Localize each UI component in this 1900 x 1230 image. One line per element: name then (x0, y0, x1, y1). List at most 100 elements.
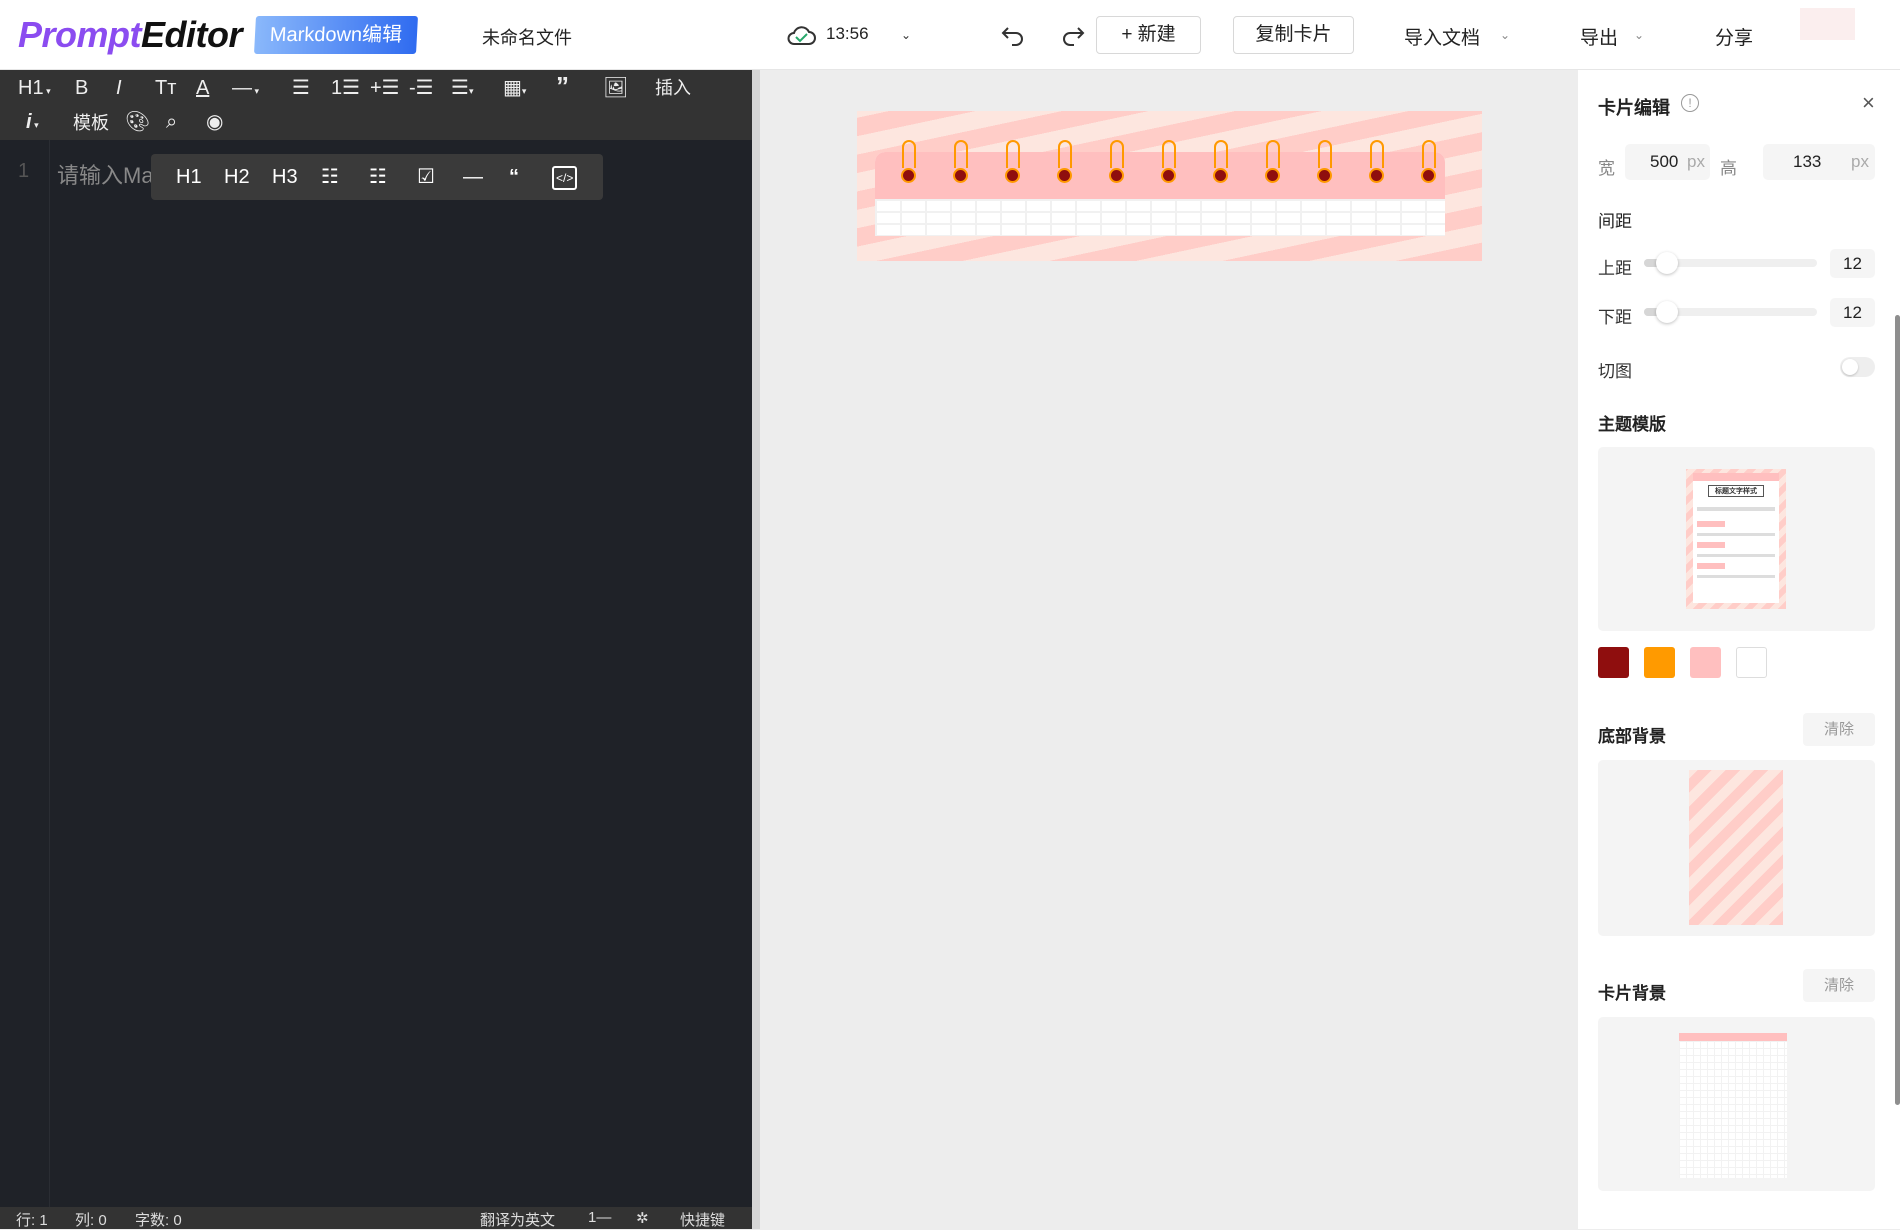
close-icon[interactable]: × (1862, 90, 1875, 116)
ring-hole (1421, 168, 1436, 183)
outdent-icon[interactable]: -☰ (409, 76, 434, 100)
copy-card-button[interactable]: 复制卡片 (1233, 16, 1354, 54)
editor-toolbar: H1 ▾ B I Tт A — ▾ ☰ 1☰ +☰ -☰ ☰▾ ▦▾ ” 🖼 插… (0, 70, 752, 140)
markdown-editor[interactable] (0, 70, 752, 1229)
clear-bottom-bg-button[interactable]: 清除 (1803, 713, 1875, 746)
redo-icon[interactable] (1058, 22, 1086, 53)
ring-hole (953, 168, 968, 183)
crop-toggle[interactable] (1840, 357, 1875, 377)
quote-icon[interactable]: ” (556, 73, 569, 99)
word-count: 字数: 0 (135, 1212, 182, 1229)
color-swatch[interactable] (1690, 647, 1721, 678)
theme-preview-title: 标题文字样式 (1708, 485, 1764, 497)
line-gutter (0, 140, 50, 1207)
line-mode-button[interactable]: 1— (588, 1209, 611, 1226)
height-label: 高 (1720, 159, 1737, 178)
width-label: 宽 (1598, 159, 1615, 178)
quote-icon[interactable]: “ (509, 164, 519, 190)
preview-eye-icon[interactable]: ◉ (206, 110, 223, 134)
chevron-down-icon[interactable]: ⌄ (1634, 28, 1644, 42)
h3-button[interactable]: H3 (272, 164, 298, 190)
logo-editor: Editor (141, 14, 243, 55)
cloud-saved-icon (786, 22, 816, 53)
color-swatch[interactable] (1736, 647, 1767, 678)
ring-hole (1265, 168, 1280, 183)
top-spacing-input[interactable]: 12 (1830, 249, 1875, 278)
ring-hole (1161, 168, 1176, 183)
crop-label: 切图 (1598, 362, 1632, 381)
info-icon[interactable]: i ▾ (26, 110, 39, 137)
editor-placeholder[interactable]: 请输入Ma (57, 158, 154, 190)
bullet-list-icon[interactable]: ☷ (369, 164, 387, 190)
bottom-bg-title: 底部背景 (1598, 727, 1666, 746)
theme-thumbnail: 标题文字样式 (1686, 469, 1786, 609)
ring-hole (1213, 168, 1228, 183)
user-avatar[interactable] (1800, 8, 1855, 40)
color-swatch[interactable] (1598, 647, 1629, 678)
chevron-down-icon[interactable]: ⌄ (1500, 28, 1510, 42)
card-bg-preview[interactable] (1598, 1017, 1875, 1191)
heading-button[interactable]: H1 ▾ (18, 76, 51, 103)
template-button[interactable]: 模板 (73, 111, 109, 135)
spiral-ring (1266, 140, 1280, 168)
export-menu[interactable]: 导出 (1580, 23, 1618, 50)
ring-hole (901, 168, 916, 183)
translate-button[interactable]: 翻译为英文 (480, 1209, 555, 1230)
horizontal-rule-icon[interactable]: — ▾ (232, 76, 259, 103)
checklist-icon[interactable]: ☑ (417, 164, 435, 190)
shortcuts-button[interactable]: 快捷键 (680, 1209, 725, 1230)
undo-icon[interactable] (1000, 22, 1028, 53)
theme-title: 主题模版 (1598, 415, 1666, 434)
height-input[interactable]: 133 px (1763, 144, 1875, 180)
image-icon[interactable]: 🖼 (603, 76, 628, 100)
bold-icon[interactable]: B (75, 76, 88, 100)
spiral-ring (1370, 140, 1384, 168)
indent-list-icon[interactable]: ☰ (292, 76, 310, 100)
palette-icon[interactable]: 🎨︎ (125, 110, 150, 134)
font-color-icon[interactable]: A (196, 76, 209, 100)
ring-hole (1109, 168, 1124, 183)
line-number: 1 (18, 160, 30, 182)
table-icon[interactable]: ▦▾ (503, 76, 526, 103)
import-doc-menu[interactable]: 导入文档 (1404, 23, 1480, 50)
code-block-icon[interactable]: </> (552, 166, 578, 190)
mode-badge[interactable]: Markdown编辑 (254, 16, 418, 54)
h2-button[interactable]: H2 (224, 164, 250, 190)
clear-card-bg-button[interactable]: 清除 (1803, 969, 1875, 1002)
insert-button[interactable]: 插入 (655, 76, 691, 100)
spiral-ring (1110, 140, 1124, 168)
search-icon[interactable]: ⌕ (166, 110, 177, 134)
settings-icon[interactable]: ✲ (636, 1209, 649, 1227)
align-icon[interactable]: ☰▾ (451, 76, 473, 103)
color-swatch[interactable] (1644, 647, 1675, 678)
h1-button[interactable]: H1 (176, 164, 202, 190)
panel-title: 卡片编辑 (1598, 98, 1670, 118)
card-preview[interactable] (857, 111, 1482, 261)
top-spacing-slider[interactable] (1644, 252, 1817, 274)
ordered-list-icon[interactable]: ☷ (321, 164, 339, 190)
floating-format-toolbar: H1 H2 H3 ☷ ☷ ☑ — “ </> (151, 154, 603, 200)
app-logo: PromptEditor (18, 14, 243, 56)
chevron-down-icon[interactable]: ⌄ (901, 28, 911, 42)
save-time: 13:56 (826, 24, 869, 43)
theme-template-preview[interactable]: 标题文字样式 (1598, 447, 1875, 631)
bottom-spacing-input[interactable]: 12 (1830, 298, 1875, 327)
filename[interactable]: 未命名文件 (482, 24, 572, 50)
bottom-spacing-slider[interactable] (1644, 301, 1817, 323)
resize-handle[interactable] (752, 70, 760, 1229)
italic-icon[interactable]: I (116, 76, 122, 100)
spiral-ring (1318, 140, 1332, 168)
divider-icon[interactable]: — (463, 164, 483, 190)
bottom-bg-preview[interactable] (1598, 760, 1875, 936)
new-button[interactable]: + 新建 (1096, 16, 1201, 54)
cursor-col: 列: 0 (75, 1212, 107, 1229)
add-indent-icon[interactable]: +☰ (370, 76, 400, 100)
width-input[interactable]: 500 px (1625, 144, 1710, 180)
info-icon[interactable]: ! (1681, 94, 1699, 112)
ring-hole (1369, 168, 1384, 183)
ordered-list-icon[interactable]: 1☰ (331, 76, 360, 100)
share-button[interactable]: 分享 (1715, 23, 1753, 50)
text-size-icon[interactable]: Tт (155, 76, 176, 100)
panel-scrollbar[interactable] (1895, 315, 1900, 1105)
width-value: 500 (1650, 152, 1679, 171)
